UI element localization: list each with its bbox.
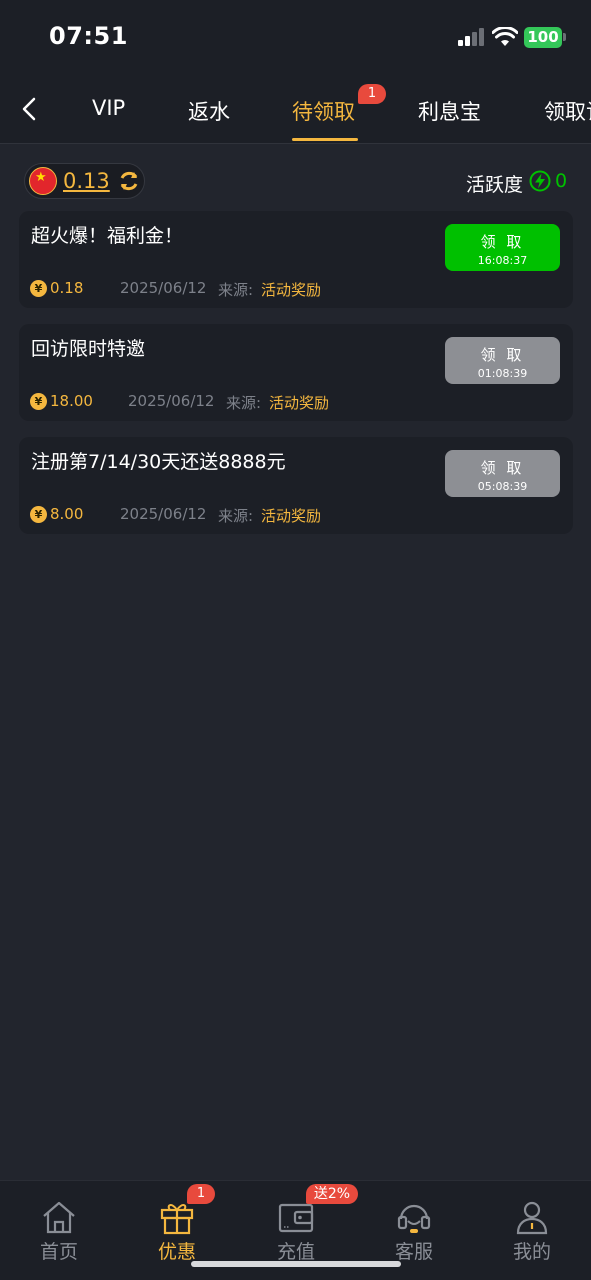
promotions-badge: 1 bbox=[187, 1184, 215, 1204]
balance-pill[interactable]: ★ 0.13 bbox=[24, 163, 145, 199]
headset-icon bbox=[397, 1204, 431, 1233]
coin-icon: ¥ bbox=[30, 280, 47, 297]
reward-card: 回访限时特邀 ¥ 18.00 2025/06/12 来源: 活动奖励 领 取 0… bbox=[19, 324, 573, 421]
claim-countdown: 01:08:39 bbox=[477, 367, 528, 380]
bottom-nav-label: 首页 bbox=[39, 1241, 78, 1263]
cellular-signal-icon bbox=[458, 28, 486, 46]
reward-date: 2025/06/12 bbox=[120, 279, 207, 297]
lightning-icon bbox=[529, 170, 551, 192]
claim-button-label: 领 取 bbox=[480, 459, 525, 477]
claim-button-label: 领 取 bbox=[480, 233, 525, 251]
balance-amount[interactable]: 0.13 bbox=[63, 169, 110, 193]
bottom-nav-label: 充值 bbox=[276, 1241, 315, 1263]
activity-value: 0 bbox=[555, 170, 568, 192]
coin-icon: ¥ bbox=[30, 506, 47, 523]
active-tab-underline bbox=[292, 138, 358, 141]
activity-label: 活跃度 bbox=[466, 174, 524, 196]
battery-icon: 100 bbox=[524, 27, 562, 48]
claim-button[interactable]: 领 取 05:08:39 bbox=[445, 450, 560, 497]
claim-countdown: 05:08:39 bbox=[477, 480, 528, 493]
reward-source: 活动奖励 bbox=[261, 281, 322, 299]
refresh-icon[interactable] bbox=[117, 169, 141, 193]
bottom-nav-deposit[interactable]: 充值 bbox=[256, 1199, 336, 1264]
bottom-nav-support[interactable]: 客服 bbox=[374, 1199, 454, 1264]
reward-card: 超火爆！福利金！ ¥ 0.18 2025/06/12 来源: 活动奖励 领 取 … bbox=[19, 211, 573, 308]
reward-title: 回访限时特邀 bbox=[31, 338, 146, 360]
bottom-nav-label: 客服 bbox=[394, 1241, 433, 1263]
deposit-promo-badge: 送2% bbox=[306, 1184, 358, 1204]
bottom-nav-home[interactable]: 首页 bbox=[19, 1199, 99, 1264]
tab-rebate[interactable]: 返水 bbox=[188, 96, 230, 126]
home-icon bbox=[43, 1201, 75, 1234]
tab-interest[interactable]: 利息宝 bbox=[418, 96, 481, 126]
user-icon bbox=[516, 1201, 548, 1235]
bottom-nav-label: 优惠 bbox=[157, 1241, 196, 1263]
reward-amount: 18.00 bbox=[50, 392, 93, 410]
claim-countdown: 16:08:37 bbox=[477, 254, 528, 267]
reward-date: 2025/06/12 bbox=[120, 505, 207, 523]
china-flag-icon: ★ bbox=[29, 167, 57, 195]
status-time: 07:51 bbox=[49, 22, 128, 50]
tab-claim-records[interactable]: 领取记录 bbox=[544, 96, 591, 126]
tab-vip[interactable]: VIP bbox=[92, 96, 125, 120]
claim-button-label: 领 取 bbox=[480, 346, 525, 364]
reward-title: 注册第7/14/30天还送8888元 bbox=[31, 451, 286, 473]
claim-button[interactable]: 领 取 01:08:39 bbox=[445, 337, 560, 384]
status-bar: 07:51 100 bbox=[0, 0, 591, 74]
home-indicator bbox=[191, 1261, 401, 1267]
battery-tip bbox=[563, 33, 566, 41]
wallet-icon bbox=[278, 1203, 314, 1233]
back-arrow-icon[interactable] bbox=[16, 94, 42, 124]
bottom-nav-profile[interactable]: 我的 bbox=[492, 1199, 572, 1264]
reward-card: 注册第7/14/30天还送8888元 ¥ 8.00 2025/06/12 来源:… bbox=[19, 437, 573, 534]
bottom-nav-label: 我的 bbox=[512, 1241, 551, 1263]
claim-button[interactable]: 领 取 16:08:37 bbox=[445, 224, 560, 271]
wifi-icon bbox=[492, 27, 518, 46]
bottom-nav-promotions[interactable]: 优惠 bbox=[137, 1199, 217, 1264]
reward-title: 超火爆！福利金！ bbox=[31, 225, 184, 247]
reward-source: 活动奖励 bbox=[261, 507, 322, 525]
reward-source-label: 来源: bbox=[218, 281, 254, 299]
reward-source-label: 来源: bbox=[226, 394, 262, 412]
reward-source-label: 来源: bbox=[218, 507, 254, 525]
gift-icon bbox=[160, 1204, 194, 1235]
tab-bar: VIP 返水 待领取 利息宝 领取记录 1 bbox=[0, 74, 591, 144]
tab-badge: 1 bbox=[358, 84, 386, 104]
coin-icon: ¥ bbox=[30, 393, 47, 410]
reward-source: 活动奖励 bbox=[269, 394, 330, 412]
reward-amount: 8.00 bbox=[50, 505, 84, 523]
reward-amount: 0.18 bbox=[50, 279, 84, 297]
reward-date: 2025/06/12 bbox=[128, 392, 215, 410]
tab-pending-claim[interactable]: 待领取 bbox=[292, 96, 355, 126]
